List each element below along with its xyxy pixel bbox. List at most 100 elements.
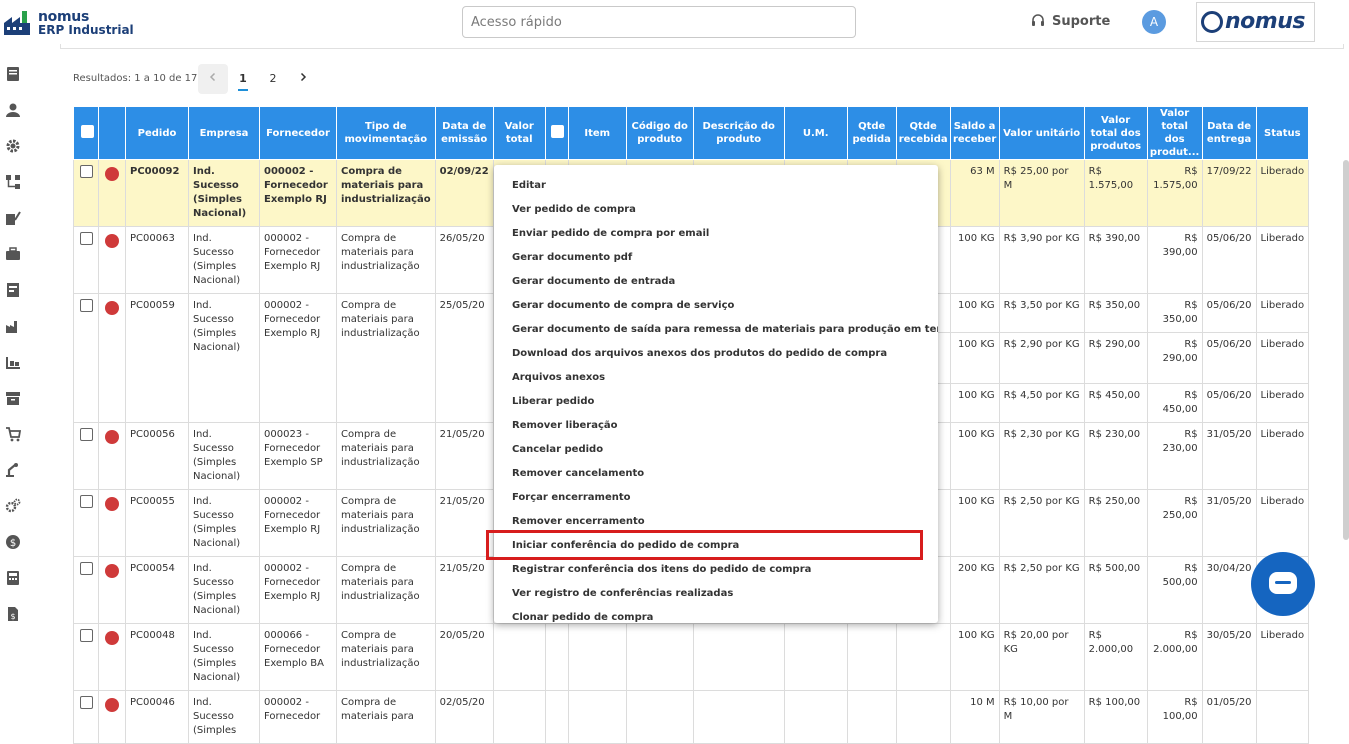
cell-vtp: R$ 450,00: [1083, 383, 1148, 423]
menu-item-gerar-compra-servico[interactable]: Gerar documento de compra de serviço: [512, 300, 734, 311]
row-checkbox[interactable]: [80, 428, 93, 441]
col-data-entrega[interactable]: Data de entrega: [1201, 106, 1257, 160]
select-all-checkbox[interactable]: [80, 124, 94, 138]
cell-empty: [625, 623, 694, 691]
menu-item-liberar-pedido[interactable]: Liberar pedido: [512, 396, 594, 407]
col-saldo[interactable]: Saldo a receber: [949, 106, 1000, 160]
row-checkbox[interactable]: [80, 165, 93, 178]
col-pedido[interactable]: Pedido: [125, 106, 189, 160]
chat-button[interactable]: [1251, 552, 1315, 616]
workflow-icon[interactable]: [5, 174, 21, 190]
row-checkbox-cell[interactable]: [73, 422, 99, 490]
cell-saldo: 200 KG: [949, 556, 1000, 624]
col-qtde-recebida[interactable]: Qtde recebida: [895, 106, 951, 160]
col-codigo-produto[interactable]: Código do produto: [625, 106, 694, 160]
calculator-icon[interactable]: [5, 570, 21, 586]
cell-pedido: PC00056: [125, 422, 189, 490]
user-icon[interactable]: [5, 102, 21, 118]
warehouse-icon[interactable]: [5, 354, 21, 370]
status-dot-icon: [105, 497, 119, 511]
col-valor-total[interactable]: Valor total: [492, 106, 546, 160]
archive-icon[interactable]: [5, 390, 21, 406]
gear-icon[interactable]: [5, 138, 21, 154]
menu-item-remover-encerramento[interactable]: Remover encerramento: [512, 516, 645, 527]
report-icon[interactable]: [5, 282, 21, 298]
menu-item-download-anexos[interactable]: Download dos arquivos anexos dos produto…: [512, 348, 887, 359]
row-checkbox[interactable]: [80, 696, 93, 709]
row-checkbox-cell[interactable]: [73, 293, 99, 423]
briefcase-icon[interactable]: [5, 246, 21, 262]
row-checkbox-cell[interactable]: [73, 226, 99, 294]
row-checkbox[interactable]: [80, 562, 93, 575]
col-descricao-produto[interactable]: Descrição do produto: [692, 106, 785, 160]
menu-item-editar[interactable]: Editar: [512, 180, 546, 191]
dollar-icon[interactable]: $: [5, 534, 21, 550]
table-row[interactable]: PC00046 Ind. Sucesso (Simples 000002 - F…: [73, 690, 1310, 744]
col-item[interactable]: Item: [567, 106, 627, 160]
document-icon[interactable]: [5, 66, 21, 82]
robot-arm-icon[interactable]: [5, 462, 21, 478]
cell-saldo: 100 KG: [949, 383, 1000, 423]
col-valor-total-produtos[interactable]: Valor total dos produtos: [1083, 106, 1148, 160]
row-checkbox[interactable]: [80, 232, 93, 245]
row-checkbox-cell[interactable]: [73, 159, 99, 227]
support-button[interactable]: Suporte: [1030, 13, 1110, 29]
col-qtde-pedida[interactable]: Qtde pedida: [846, 106, 897, 160]
select-all-items-checkbox[interactable]: [551, 124, 565, 138]
tools-icon[interactable]: [5, 210, 21, 226]
row-checkbox-cell[interactable]: [73, 489, 99, 557]
cogs-icon[interactable]: [5, 498, 21, 514]
cell-entrega: 31/05/20: [1201, 489, 1257, 557]
col-valor-total-produtos-2[interactable]: Valor total dos produt...: [1146, 106, 1203, 160]
select-all-items-checkbox-cell[interactable]: [544, 106, 569, 160]
prev-page-button[interactable]: [198, 64, 228, 94]
cell-entrega: 05/06/20: [1201, 293, 1257, 333]
cell-valor: [492, 690, 546, 744]
menu-item-remover-liberacao[interactable]: Remover liberação: [512, 420, 618, 431]
user-avatar[interactable]: A: [1142, 10, 1166, 34]
file-dollar-icon[interactable]: $: [5, 606, 21, 622]
col-fornecedor[interactable]: Fornecedor: [259, 106, 337, 160]
menu-item-gerar-entrada[interactable]: Gerar documento de entrada: [512, 276, 675, 287]
menu-item-gerar-pdf[interactable]: Gerar documento pdf: [512, 252, 632, 263]
col-data-emissao[interactable]: Data de emissão: [434, 106, 494, 160]
next-page-button[interactable]: [288, 64, 318, 94]
factory-icon[interactable]: [5, 318, 21, 334]
results-count: Resultados: 1 a 10 de 17.: [73, 73, 201, 84]
menu-item-arquivos-anexos[interactable]: Arquivos anexos: [512, 372, 605, 383]
vertical-scrollbar[interactable]: [1343, 160, 1349, 540]
menu-item-forcar-encerramento[interactable]: Forçar encerramento: [512, 492, 631, 503]
row-checkbox-cell[interactable]: [73, 556, 99, 624]
page-2-button[interactable]: 2: [258, 64, 288, 94]
cell-saldo: 100 KG: [949, 226, 1000, 294]
col-empresa[interactable]: Empresa: [188, 106, 260, 160]
menu-item-ver-pedido[interactable]: Ver pedido de compra: [512, 204, 636, 215]
col-valor-unitario[interactable]: Valor unitário: [998, 106, 1085, 160]
cell-vtp: R$ 100,00: [1083, 690, 1148, 744]
page-1-button[interactable]: 1: [228, 64, 258, 94]
menu-item-remover-cancelamento[interactable]: Remover cancelamento: [512, 468, 644, 479]
col-status[interactable]: Status: [1255, 106, 1310, 160]
row-checkbox[interactable]: [80, 495, 93, 508]
menu-item-registrar-conferencia[interactable]: Registrar conferência dos itens do pedid…: [512, 564, 811, 575]
quick-access-input[interactable]: [462, 6, 856, 38]
col-tipo[interactable]: Tipo de movimentação: [336, 106, 436, 160]
menu-item-cancelar-pedido[interactable]: Cancelar pedido: [512, 444, 603, 455]
cell-saldo: 100 KG: [949, 489, 1000, 557]
table-row[interactable]: PC00048 Ind. Sucesso (Simples Nacional) …: [73, 623, 1310, 691]
row-checkbox-cell[interactable]: [73, 623, 99, 691]
cell-vtp2: R$ 350,00: [1146, 293, 1203, 333]
cell-status: Liberado: [1255, 422, 1310, 490]
cart-icon[interactable]: [5, 426, 21, 442]
nomus-erp-logo[interactable]: nomus ERP Industrial: [4, 7, 134, 37]
row-checkbox-cell[interactable]: [73, 690, 99, 744]
menu-item-enviar-email[interactable]: Enviar pedido de compra por email: [512, 228, 709, 239]
row-checkbox[interactable]: [80, 299, 93, 312]
menu-item-clonar-pedido[interactable]: Clonar pedido de compra: [512, 612, 653, 623]
menu-item-gerar-saida-remessa[interactable]: Gerar documento de saída para remessa de…: [512, 324, 938, 335]
menu-item-ver-registro-conferencias[interactable]: Ver registro de conferências realizadas: [512, 588, 733, 599]
row-checkbox[interactable]: [80, 629, 93, 642]
col-um[interactable]: U.M.: [783, 106, 848, 160]
cell-saldo: 100 KG: [949, 422, 1000, 490]
select-all-checkbox-cell[interactable]: [73, 106, 99, 160]
